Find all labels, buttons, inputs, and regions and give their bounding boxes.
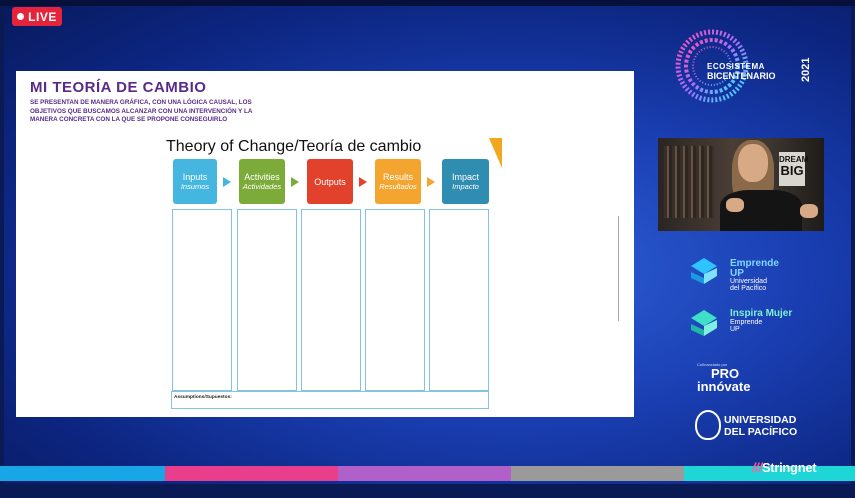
speaker-hand [726,198,744,212]
box-impact: Impact Impacto [442,159,489,204]
box-results-label: Results [382,171,413,182]
box-inputs: Inputs Insumos [173,159,217,204]
event-name: ECOSISTEMA BICENTENARIO [707,62,776,81]
box-activities-label: Activities [244,171,280,182]
box-inputs-sub: Insumos [180,181,210,191]
color-stripe [0,466,855,481]
column-impact [429,209,489,391]
box-outputs-label: Outputs [314,176,346,187]
universidad-line2: DEL PACÍFICO [724,426,798,438]
proinnovate-top: Cofinanciado por [697,362,728,367]
stripe-purple [338,466,511,481]
emprende-up: UP [730,268,744,279]
column-activities [237,209,297,391]
stripe-pink [165,466,338,481]
stringnet-logo: ///Stringnet [752,460,817,475]
column-results [365,209,425,391]
speaker-hand [800,204,818,218]
speaker-face [738,144,768,182]
column-outputs [301,209,361,391]
slide-subtitle: SE PRESENTAN DE MANERA GRÁFICA, CON UNA … [30,99,253,123]
universidad-crest-icon [695,410,721,440]
slide-scrollbar [618,216,619,321]
inspira-sub1: Emprende [730,319,763,326]
box-impact-label: Impact [451,171,479,182]
speaker-video: DREAM BIG [658,138,824,231]
inspira-name: Inspira Mujer [730,308,793,319]
stringnet-label: Stringnet [761,460,817,475]
inspira-logo-icon [691,310,717,336]
box-impact-sub: Impacto [452,181,479,191]
emprende-brand: Emprende UP Universidad del Pacífico [730,258,779,292]
presentation-slide: MI TEORÍA DE CAMBIO SE PRESENTAN DE MANE… [16,71,634,417]
inspira-sub2: UP [730,326,740,333]
column-inputs [172,209,232,391]
proinnovate-line2: innóvate [697,379,751,394]
bookshelf [664,146,714,218]
universidad-line1: UNIVERSIDAD [724,414,797,426]
universidad-brand: UNIVERSIDAD DEL PACÍFICO [724,414,797,438]
slide-title: MI TEORÍA DE CAMBIO [30,79,207,96]
event-year: 2021 [800,57,812,82]
box-activities-sub: Actividades [242,181,282,191]
live-badge: LIVE [12,7,62,26]
arrow-right-icon [223,177,231,187]
event-line2: BICENTENARIO [707,71,776,81]
live-label: LIVE [28,9,57,24]
diagram-title: Theory of Change/Teoría de cambio [166,138,422,155]
emprende-uni2: del Pacífico [730,285,767,292]
arrow-right-icon [427,177,435,187]
box-outputs: Outputs [307,159,353,204]
corner-decoration [489,138,502,168]
arrow-right-icon [291,177,299,187]
box-results-sub: Resultados [379,181,417,191]
stringnet-mark-icon: /// [752,460,762,475]
event-line1: ECOSISTEMA [707,62,765,71]
stripe-blue [0,466,165,481]
stripe-gray [511,466,684,481]
poster-dream-big: DREAM BIG [779,152,808,186]
proinnovate-brand: Cofinanciado por PRO innóvate [697,362,750,394]
emprende-uni1: Universidad [730,278,767,285]
box-inputs-label: Inputs [182,171,208,182]
arrow-right-icon [359,177,367,187]
live-dot-icon [17,13,25,20]
inspira-brand: Inspira Mujer Emprende UP [730,308,792,333]
emprende-logo-icon [691,258,717,284]
box-activities: Activities Actividades [239,159,285,204]
assumptions-box: Assumptions/Supuestos: [171,391,489,409]
box-results: Results Resultados [375,159,421,204]
